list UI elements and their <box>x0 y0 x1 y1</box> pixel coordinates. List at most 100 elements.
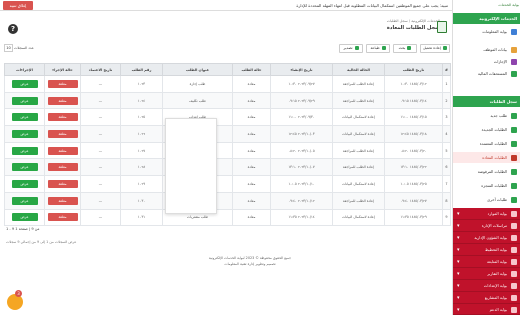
sidebar-item-label: طلبات أخرى <box>487 197 507 202</box>
column-header[interactable]: الحالة الحالية <box>332 63 385 76</box>
sidebar-red-label: بوابة الموارد <box>487 211 507 216</box>
table-cell: معادة <box>232 125 271 143</box>
table-row[interactable]: 6 ١٤٤٥/٠٣/٢٢ ١٣:١٠ إعادة الطلب للمراجعة ٢٠٢… <box>4 158 451 177</box>
column-header[interactable]: حالة الطلب <box>232 63 271 76</box>
status-badge: معلقة <box>47 129 78 138</box>
view-button[interactable]: عرض <box>11 96 38 105</box>
document-icon <box>511 141 517 147</box>
table-cell: 6 <box>442 158 451 177</box>
view-button[interactable]: عرض <box>11 196 38 205</box>
table-row[interactable]: 3 ١٤٤٥/٠٣/١٥ ١١:٠٠ إعادة لاستكمال البيانات… <box>4 108 451 127</box>
table-row[interactable]: 5 ١٤٤٥/٠٣/٢٠ ٠٨:٢٠ إعادة الطلب للمراجعة ٢٠٢… <box>4 141 451 160</box>
status-badge: معلقة <box>47 179 78 188</box>
sidebar-item-rejected[interactable]: الطلبات المرفوضة <box>453 166 520 177</box>
search-button[interactable]: بحث <box>393 44 417 53</box>
sidebar-red-section-4[interactable]: ▾ بوابة التخطيط <box>453 244 520 256</box>
view-button[interactable]: عرض <box>11 113 38 122</box>
chevron-down-icon: ▾ <box>457 307 460 313</box>
sidebar-section-requests[interactable]: سجل الطلبات <box>453 96 520 107</box>
sidebar-red-section-3[interactable]: ▾ بوابة الشؤون الإدارية <box>453 232 520 244</box>
sidebar-red-label: بوابة التقارير <box>487 271 507 276</box>
view-button[interactable]: عرض <box>11 129 38 138</box>
table-row[interactable]: 8 ١٤٤٥/٠٣/٢٧ ٠٩:٤٠ إعادة الطلب للمراجعة ٢٠٢… <box>4 191 451 210</box>
status-badge: معلقة <box>47 96 78 105</box>
table-cell: ١٤٤٥/٠٣/٢٠ ٠٨:٢٠ <box>384 141 443 160</box>
table-cell: ٢٠٢٣/١٠/٠٣ ١٢:٤٥ <box>270 125 333 143</box>
sidebar-red-section-9[interactable]: ▾ بوابة الدعم <box>453 304 520 315</box>
sidebar-item-returned[interactable]: الطلبات المعادة <box>453 152 520 163</box>
print-button[interactable]: طباعة <box>366 44 390 53</box>
column-header[interactable]: # <box>442 63 451 76</box>
table-cell: عرض <box>4 108 45 127</box>
table-row[interactable]: 7 ١٤٤٥/٠٣/٢٥ ١٠:٠٥ إعادة لاستكمال البيانات… <box>4 175 451 193</box>
table-cell: عرض <box>4 125 45 143</box>
export-button[interactable]: تصدير <box>339 44 363 53</box>
folder-icon <box>511 295 517 301</box>
table-cell: معلقة <box>44 108 81 127</box>
table-row[interactable]: 9 ١٤٤٥/٠٣/٢٩ ١١:٣٥ إعادة لاستكمال البيانات… <box>4 208 451 227</box>
table-row[interactable]: 1 ١٤٤٥/٠٣/١٢ ١٠:٣٠ إعادة الطلب للمراجعة ٢٠٢… <box>4 75 451 93</box>
view-button[interactable]: عرض <box>11 213 38 222</box>
export-label: تصدير <box>343 46 353 50</box>
sidebar-item-leaves[interactable]: الإجازات <box>453 56 520 67</box>
sidebar-red-section-2[interactable]: ▾ مراسلات الإدارة <box>453 220 520 232</box>
sidebar-item-info[interactable]: بوابة المعلومات <box>453 26 520 37</box>
table-cell: طلب تكليف <box>162 91 233 110</box>
calendar-icon <box>511 59 517 65</box>
help-icon[interactable]: ? <box>8 24 18 34</box>
refresh-button[interactable]: إعادة تحميل <box>420 44 450 53</box>
sidebar-item-completed[interactable]: الطلبات المنجزة <box>453 180 520 191</box>
sidebar-item-label: بوابة المعلومات <box>482 29 507 34</box>
sidebar-logo[interactable]: بوابة الخدمات <box>455 1 519 10</box>
view-button[interactable]: عرض <box>11 79 38 88</box>
view-button[interactable]: عرض <box>11 163 38 172</box>
view-button[interactable]: عرض <box>11 179 38 188</box>
sidebar-item-new-requests[interactable]: الطلبات الجديدة <box>453 124 520 135</box>
table-row[interactable]: 4 ١٤٤٥/٠٣/١٨ ١٢:٤٥ إعادة لاستكمال البيانات… <box>4 125 451 143</box>
sidebar-red-section-6[interactable]: ▾ بوابة التقارير <box>453 268 520 280</box>
document-icon <box>511 183 517 189</box>
alert-close-button[interactable]: إغلاق تنبيه <box>3 1 33 10</box>
column-header[interactable]: تاريخ الإنشاء <box>270 63 333 76</box>
column-header[interactable]: الإجراءات <box>4 63 45 76</box>
pagination[interactable]: 1 - 9 من 9 | صفحة 1 <box>6 227 39 231</box>
table-cell: معلقة <box>44 91 81 110</box>
table-cell: ١٠٢٥ <box>120 108 163 127</box>
table-cell: ٢٠٢٣/١٠/١٠ ١٠:٠٥ <box>270 175 333 193</box>
column-header[interactable]: عنوان الطلب <box>162 63 233 76</box>
sidebar-red-section-1[interactable]: ▾ بوابة الموارد <box>453 208 520 220</box>
table-cell: ١٤٤٥/٠٣/١٥ ١١:٠٠ <box>384 108 443 127</box>
chevron-down-icon: ▾ <box>457 247 460 253</box>
sidebar-item-new-request[interactable]: طلب جديد <box>453 110 520 121</box>
table-cell: ١٤٤٥/٠٣/٢٩ ١١:٣٥ <box>384 208 443 227</box>
table-cell: ١٤٤٥/٠٣/١٨ ١٢:٤٥ <box>384 125 443 143</box>
alert-text: تنبيه: يجب على جميع الموظفين استكمال الب… <box>296 3 448 8</box>
sidebar-red-section-8[interactable]: ▾ بوابة المشاريع <box>453 292 520 304</box>
table-cell: ١٤٤٥/٠٣/١٢ ١٠:٣٠ <box>384 75 443 93</box>
page-size-select[interactable]: 10 <box>4 44 13 52</box>
sidebar-section-services[interactable]: الخدمات الإلكترونية <box>453 13 520 24</box>
sidebar-red-label: بوابة الإعدادات <box>483 283 507 288</box>
view-button[interactable]: عرض <box>11 146 38 155</box>
column-header[interactable]: تاريخ الطلب <box>384 63 443 76</box>
column-header[interactable]: تاريخ الاعتماد <box>80 63 121 76</box>
sidebar-red-section-5[interactable]: ▾ بوابة المتابعة <box>453 256 520 268</box>
status-badge: معلقة <box>47 213 78 222</box>
column-header[interactable]: رقم الطلب <box>120 63 163 76</box>
sidebar-item-approved[interactable]: الطلبات المعتمدة <box>453 138 520 149</box>
chat-button[interactable] <box>7 294 23 310</box>
sidebar-red-label: مراسلات الإدارة <box>481 223 507 228</box>
table-cell: 7 <box>442 175 451 193</box>
sidebar-item-employee[interactable]: بيانات الموظف <box>453 44 520 55</box>
sidebar-item-other[interactable]: طلبات أخرى <box>453 194 520 205</box>
sidebar-item-finance[interactable]: المستحقات المالية <box>453 68 520 79</box>
table-cell: ٢٠٢٣/٠٩/٣٠ ١١:٠٠ <box>270 108 333 127</box>
column-header[interactable]: حالة الإجراء <box>44 63 81 76</box>
folder-icon <box>511 307 517 313</box>
row-popup <box>165 118 217 214</box>
sidebar-red-section-7[interactable]: ▾ بوابة الإعدادات <box>453 280 520 292</box>
table-row[interactable]: 2 ١٤٤٥/٠٣/١٤ ٠٩:١٥ إعادة الطلب للمراجعة ٢٠٢… <box>4 91 451 110</box>
table-cell: عرض <box>4 191 45 210</box>
chevron-down-icon: ▾ <box>457 259 460 265</box>
table-cell: ١٠٢٨ <box>120 158 163 177</box>
